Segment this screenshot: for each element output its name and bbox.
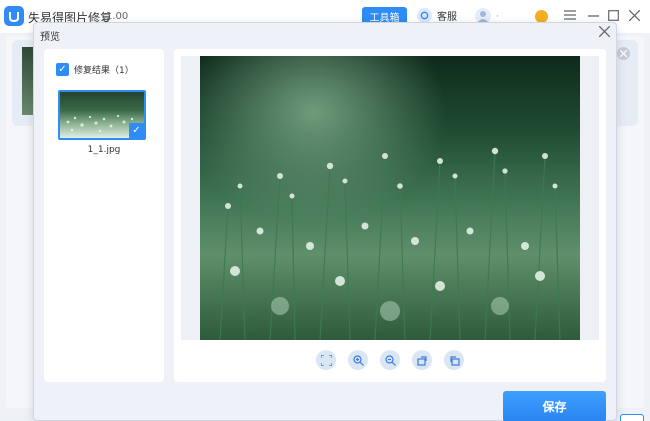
dialog-title: 预览 [40,32,60,43]
support-button[interactable]: 客服 [417,8,457,23]
zoom-out-button[interactable] [380,350,400,370]
preview-image [200,56,580,340]
minimize-icon[interactable] [586,8,600,22]
zoom-in-button[interactable] [348,350,368,370]
fit-screen-icon [320,354,332,366]
image-viewport[interactable] [181,56,599,340]
preview-dialog: 预览 ✓ 修复结果（1） ✓ 1_1.jpg 保存 [33,22,617,421]
close-window-icon[interactable] [627,8,641,22]
meadow-flowers-photo [219,147,561,340]
zoom-in-icon [352,354,364,366]
results-label: 修复结果（1） [74,66,134,76]
user-menu-dot[interactable]: · [496,12,499,22]
rotate-button[interactable] [412,350,432,370]
dialog-close-icon[interactable] [598,25,611,40]
checkbox-checked-icon: ✓ [56,63,69,76]
select-all-checkbox[interactable]: ✓ 修复结果（1） [56,63,134,76]
fit-screen-button[interactable] [316,350,336,370]
zoom-out-icon [384,354,396,366]
result-thumbnail[interactable]: ✓ [58,90,146,140]
maximize-icon[interactable] [606,8,620,22]
headset-icon [417,8,432,23]
menu-icon[interactable] [563,8,577,22]
support-label: 客服 [437,12,457,23]
rotate-icon [416,355,427,366]
background-button[interactable] [620,414,644,421]
restore-icon [449,355,460,366]
app-logo-icon [4,6,24,26]
app-version: 1.00 [106,11,129,22]
thumbnail-check-icon: ✓ [129,123,144,138]
restore-button[interactable] [444,350,464,370]
preview-pane [174,49,606,382]
remove-card-icon[interactable] [617,47,630,60]
file-name: 1_1.jpg [87,145,121,155]
save-button[interactable]: 保存 [503,391,606,421]
result-list-pane: ✓ 修复结果（1） ✓ 1_1.jpg [44,49,164,382]
